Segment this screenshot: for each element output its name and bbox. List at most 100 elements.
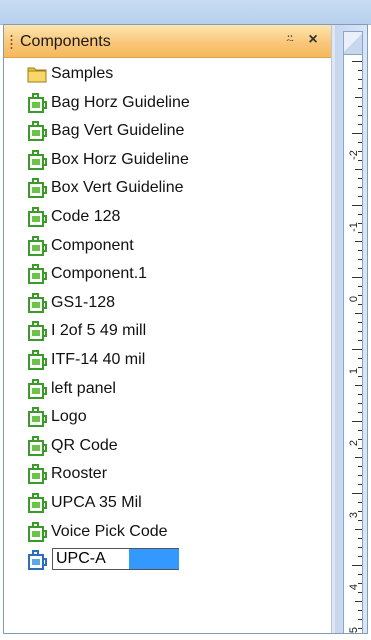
tree-item-label: I 2of 5 49 mill bbox=[51, 322, 147, 340]
folder-icon bbox=[27, 67, 47, 83]
ruler-corner bbox=[343, 31, 363, 55]
tree-item-label: Component bbox=[51, 236, 134, 254]
tree-item-component[interactable]: ITF-14 40 mil bbox=[4, 347, 331, 375]
tree-item-component[interactable]: I 2of 5 49 mill bbox=[4, 318, 331, 346]
component-icon bbox=[28, 264, 47, 285]
ruler-tick bbox=[358, 151, 362, 152]
components-panel: Components ⍨ × Samples Bag Horz Guidelin… bbox=[4, 25, 331, 633]
component-icon bbox=[28, 207, 47, 227]
tree-item-component[interactable]: Component bbox=[4, 233, 331, 261]
tree-item-label: Bag Vert Guideline bbox=[51, 122, 185, 140]
ruler-tick bbox=[358, 448, 362, 449]
tree-item-component[interactable]: GS1-128 bbox=[4, 290, 331, 318]
tree-item-component[interactable]: Box Vert Guideline bbox=[4, 175, 331, 203]
component-icon bbox=[28, 435, 47, 456]
ruler-tick bbox=[358, 160, 362, 161]
ruler-tick bbox=[352, 61, 362, 62]
tree-item-label: UPCA 35 Mil bbox=[51, 494, 142, 511]
tree-item-label: Samples bbox=[51, 65, 114, 82]
ruler-tick bbox=[358, 367, 362, 368]
component-icon bbox=[28, 92, 47, 113]
ruler-tick bbox=[358, 394, 362, 395]
ruler-label: 5 bbox=[348, 626, 360, 634]
ruler-tick bbox=[358, 439, 362, 440]
pin-icon[interactable]: ⍨ bbox=[283, 29, 297, 51]
ruler-tick bbox=[358, 286, 362, 287]
ruler-label: 4 bbox=[348, 583, 360, 591]
tree-item-component[interactable]: Box Horz Guideline bbox=[4, 147, 331, 175]
tree-item-label: GS1-128 bbox=[51, 293, 116, 311]
ruler-tick bbox=[352, 493, 362, 494]
ruler-tick bbox=[358, 259, 362, 260]
tree-item-label: Rooster bbox=[51, 465, 108, 483]
ruler-tick bbox=[358, 322, 362, 323]
drag-grip-icon[interactable] bbox=[10, 34, 13, 50]
tree-item-component[interactable]: Component.1 bbox=[4, 261, 331, 289]
vertical-ruler[interactable]: -2 -1 0 1 2 3 4 5 bbox=[343, 55, 363, 633]
ruler-tick bbox=[355, 313, 362, 314]
ruler-tick bbox=[355, 169, 362, 170]
ruler-tick bbox=[358, 574, 362, 575]
ruler-tick bbox=[358, 187, 362, 188]
component-icon bbox=[28, 521, 47, 542]
tree-item-component[interactable]: left panel bbox=[4, 376, 331, 404]
top-toolbar-band bbox=[0, 0, 371, 25]
ruler-tick bbox=[352, 205, 362, 206]
ruler-tick bbox=[358, 583, 362, 584]
ruler-tick bbox=[352, 277, 362, 278]
tree-item-label: Bag Horz Guideline bbox=[51, 93, 190, 111]
panel-title: Components bbox=[20, 33, 111, 50]
ruler-tick bbox=[352, 133, 362, 134]
ruler-tick bbox=[352, 349, 362, 350]
ruler-tick bbox=[355, 601, 362, 602]
ruler-tick bbox=[358, 295, 362, 296]
ruler-tick bbox=[358, 106, 362, 107]
tree-item-component[interactable]: Code 128 bbox=[4, 204, 331, 232]
tree-item-component[interactable]: Rooster bbox=[4, 461, 331, 489]
ruler-tick bbox=[358, 628, 362, 629]
rename-input[interactable] bbox=[52, 548, 179, 571]
ruler-label: 2 bbox=[348, 439, 360, 447]
ruler-tick bbox=[358, 412, 362, 413]
ruler-tick bbox=[358, 430, 362, 431]
tree-item-label: Logo bbox=[51, 408, 87, 426]
tree-item-label: QR Code bbox=[51, 436, 118, 454]
ruler-tick bbox=[358, 223, 362, 224]
close-icon[interactable]: × bbox=[305, 29, 321, 51]
tree-item-label: Code 128 bbox=[51, 208, 121, 225]
tree-item-component[interactable]: Bag Horz Guideline bbox=[4, 90, 331, 118]
ruler-tick bbox=[358, 268, 362, 269]
ruler-tick bbox=[355, 529, 362, 530]
ruler-tick bbox=[358, 214, 362, 215]
tree-item-component[interactable]: Voice Pick Code bbox=[4, 519, 331, 547]
tree-item-component[interactable]: Bag Vert Guideline bbox=[4, 118, 331, 146]
tree-item-component[interactable]: Logo bbox=[4, 404, 331, 432]
component-icon bbox=[28, 178, 47, 199]
ruler-tick bbox=[358, 466, 362, 467]
tree-item-samples[interactable]: Samples bbox=[4, 61, 331, 89]
ruler-tick bbox=[358, 502, 362, 503]
tree-item-editing[interactable] bbox=[4, 547, 331, 575]
ruler-tick bbox=[358, 610, 362, 611]
ruler-tick bbox=[358, 196, 362, 197]
ruler-label: 3 bbox=[348, 511, 360, 519]
component-icon bbox=[28, 464, 47, 485]
panel-header: Components ⍨ × bbox=[4, 25, 331, 58]
ruler-tick bbox=[352, 421, 362, 422]
ruler-tick bbox=[355, 457, 362, 458]
ruler-label: -1 bbox=[348, 222, 360, 232]
component-icon bbox=[28, 493, 47, 513]
ruler-tick bbox=[358, 547, 362, 548]
ruler-tick bbox=[352, 565, 362, 566]
ruler-tick bbox=[358, 520, 362, 521]
ruler-tick bbox=[355, 241, 362, 242]
component-icon bbox=[28, 378, 47, 399]
ruler-tick bbox=[358, 484, 362, 485]
tree-item-component[interactable]: UPCA 35 Mil bbox=[4, 490, 331, 518]
tree-item-component[interactable]: QR Code bbox=[4, 433, 331, 461]
tree-item-label: Box Vert Guideline bbox=[51, 179, 184, 197]
ruler-label: -2 bbox=[348, 150, 360, 160]
ruler-tick bbox=[358, 232, 362, 233]
ruler-tick bbox=[358, 358, 362, 359]
ruler-tick bbox=[358, 79, 362, 80]
